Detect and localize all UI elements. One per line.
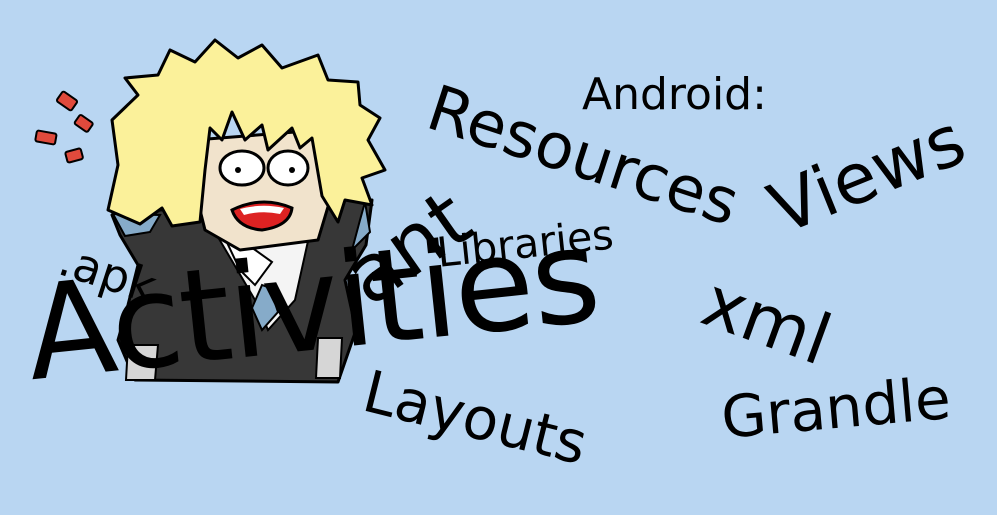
word-cloud-canvas: Android: Resources Views ant .apk Librar… [0, 0, 997, 515]
word-android: Android: [582, 69, 767, 120]
alarm-marks-icon [34, 90, 94, 164]
